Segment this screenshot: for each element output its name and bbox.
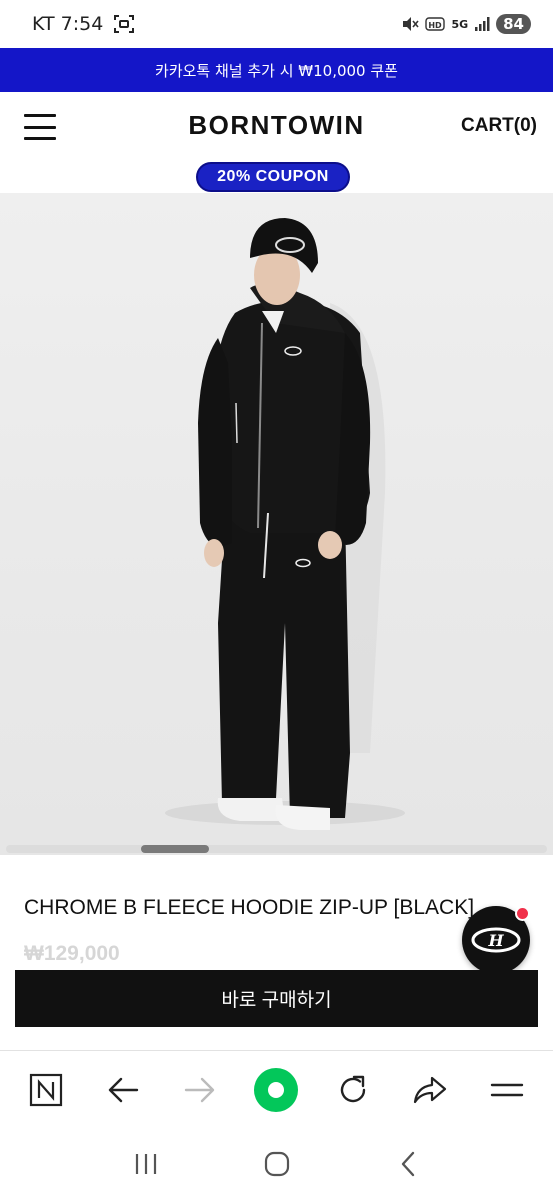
recent-apps-icon[interactable]	[122, 1140, 170, 1188]
carrier-time: KT 7:54	[32, 13, 104, 35]
network-type: 5G	[451, 17, 469, 31]
naver-home-icon[interactable]	[21, 1065, 71, 1115]
product-price: ₩129,000	[24, 942, 120, 965]
gallery-scrollbar-track[interactable]	[6, 845, 547, 853]
forward-arrow-icon[interactable]	[175, 1065, 225, 1115]
hd-icon: HD	[425, 17, 446, 31]
coupon-button[interactable]: 20% COUPON	[196, 162, 350, 192]
model-illustration	[165, 218, 405, 830]
mute-icon	[403, 17, 420, 31]
screenshot-icon	[114, 15, 135, 33]
promo-banner[interactable]: 카카오톡 채널 추가 시 ₩10,000 쿠폰	[0, 48, 553, 92]
status-right: HD 5G 84	[401, 14, 531, 34]
green-center-icon[interactable]	[251, 1065, 301, 1115]
browser-toolbar	[0, 1050, 553, 1128]
brand-emblem-icon: H	[471, 927, 521, 953]
svg-text:HD: HD	[429, 21, 443, 30]
svg-text:H: H	[487, 931, 504, 950]
back-arrow-icon[interactable]	[98, 1065, 148, 1115]
notification-dot	[515, 906, 530, 921]
status-left: KT 7:54	[32, 13, 135, 35]
system-nav-bar	[0, 1128, 553, 1200]
promo-banner-text: 카카오톡 채널 추가 시 ₩10,000 쿠폰	[155, 61, 398, 80]
site-header: BORNTOWIN CART(0) 20% COUPON	[0, 92, 553, 192]
gallery-scrollbar-thumb[interactable]	[141, 845, 209, 853]
back-icon[interactable]	[384, 1140, 432, 1188]
home-icon[interactable]	[253, 1140, 301, 1188]
status-bar: KT 7:54 HD 5G 84	[0, 0, 553, 48]
buy-now-button[interactable]: 바로 구매하기	[15, 970, 538, 1027]
menu-icon[interactable]	[482, 1065, 532, 1115]
share-icon[interactable]	[405, 1065, 455, 1115]
cart-link[interactable]: CART(0)	[461, 115, 537, 137]
reload-icon[interactable]	[328, 1065, 378, 1115]
product-image[interactable]	[0, 193, 553, 855]
signal-icon	[475, 17, 490, 31]
product-title: CHROME B FLEECE HOODIE ZIP-UP [BLACK]	[24, 896, 475, 919]
battery-icon: 84	[496, 14, 531, 34]
